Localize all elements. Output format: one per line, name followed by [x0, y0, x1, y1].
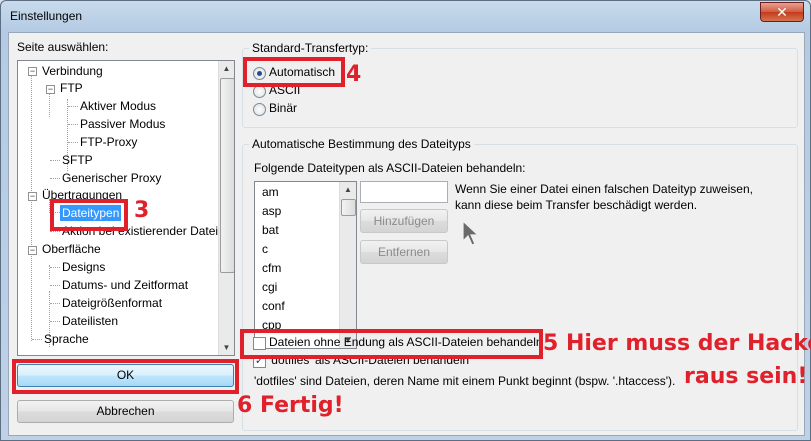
tree-item-file-types[interactable]: Dateitypen [60, 205, 122, 221]
tree-item-transfers[interactable]: Übertragungen [42, 188, 122, 202]
radio-automatic-label[interactable]: Automatisch [269, 65, 335, 79]
tree-item-date-time-format[interactable]: Datums- und Zeitformat [62, 278, 188, 292]
scroll-up-icon[interactable]: ▲ [219, 64, 234, 73]
list-item[interactable]: asp [262, 204, 281, 218]
tree-item-active-mode[interactable]: Aktiver Modus [80, 99, 156, 113]
auto-filetype-title: Automatische Bestimmung des Dateityps [249, 137, 474, 151]
no-extension-label[interactable]: Dateien ohne Endung als ASCII-Dateien be… [269, 335, 543, 349]
tree-line [50, 285, 60, 286]
tree-item-ftp[interactable]: FTP [60, 81, 83, 95]
settings-tree[interactable]: − Verbindung − FTP Aktiver Modus Passive… [17, 60, 235, 356]
annotation-3: 3 [134, 198, 150, 223]
mouse-pointer-icon [462, 219, 480, 246]
list-item[interactable]: conf [262, 299, 285, 313]
radio-binary[interactable] [253, 103, 266, 116]
tree-item-file-lists[interactable]: Dateilisten [62, 314, 118, 328]
tree-line [50, 231, 60, 232]
tree-scroll-thumb[interactable] [220, 78, 234, 273]
tree-line [31, 75, 32, 341]
tree-item-language[interactable]: Sprache [44, 332, 89, 346]
collapse-icon[interactable]: − [28, 67, 37, 76]
filetype-list[interactable]: am asp bat c cfm cgi conf cpp ▲ ▼ [254, 181, 357, 349]
dotfiles-label[interactable]: 'dotfiles' als ASCII-Dateien behandeln [269, 353, 469, 367]
filetype-list-label: Folgende Dateitypen als ASCII-Dateien be… [254, 161, 526, 175]
scroll-down-icon[interactable]: ▼ [219, 343, 234, 352]
filetype-input[interactable] [360, 181, 448, 203]
add-button[interactable]: Hinzufügen [360, 209, 448, 233]
page-select-label: Seite auswählen: [17, 40, 109, 54]
tree-item-ftp-proxy[interactable]: FTP-Proxy [80, 135, 137, 149]
list-item[interactable]: bat [262, 223, 279, 237]
radio-automatic[interactable] [253, 67, 266, 80]
scroll-up-icon[interactable]: ▲ [340, 185, 356, 194]
filetype-hint: Wenn Sie einer Datei einen falschen Date… [455, 182, 753, 212]
dotfiles-checkbox[interactable]: ✓ [253, 355, 266, 368]
filetype-scrollbar[interactable]: ▲ ▼ [339, 182, 356, 348]
ok-button[interactable]: OK [17, 364, 234, 387]
tree-item-existing-file-action[interactable]: Aktion bei existierender Datei [62, 224, 218, 238]
tree-item-verbindung[interactable]: Verbindung [42, 64, 103, 78]
list-item[interactable]: am [262, 185, 279, 199]
close-icon: ✕ [776, 4, 788, 20]
annotation-5: 5 Hier muss der Hacken [543, 331, 811, 356]
tree-line [50, 160, 60, 161]
list-item[interactable]: cpp [262, 318, 281, 332]
tree-item-filesize-format[interactable]: Dateigrößenformat [62, 296, 162, 310]
tree-line [50, 321, 60, 322]
tree-item-interface[interactable]: Oberfläche [42, 242, 101, 256]
radio-ascii-label[interactable]: ASCII [269, 83, 300, 97]
tree-line [49, 93, 50, 117]
tree-line [68, 142, 78, 143]
list-item[interactable]: cgi [262, 280, 277, 294]
tree-line [32, 339, 42, 340]
tree-line [68, 106, 78, 107]
tree-item-generic-proxy[interactable]: Generischer Proxy [62, 171, 161, 185]
radio-ascii[interactable] [253, 85, 266, 98]
tree-item-themes[interactable]: Designs [62, 260, 105, 274]
tree-line [50, 178, 60, 179]
dotfiles-note: 'dotfiles' sind Dateien, deren Name mit … [254, 374, 676, 388]
filetype-scroll-thumb[interactable] [341, 199, 356, 216]
annotation-4: 4 [346, 62, 362, 87]
tree-line [68, 124, 78, 125]
tree-line [50, 267, 60, 268]
annotation-6: 6 Fertig! [237, 393, 344, 418]
close-button[interactable]: ✕ [760, 2, 804, 22]
transfer-type-title: Standard-Transfertyp: [249, 41, 372, 55]
no-extension-checkbox[interactable] [253, 337, 266, 350]
list-item[interactable]: c [262, 242, 268, 256]
tree-scrollbar[interactable]: ▲ ▼ [218, 61, 234, 355]
collapse-icon[interactable]: − [46, 85, 55, 94]
collapse-icon[interactable]: − [28, 246, 37, 255]
transfer-type-group [242, 48, 798, 128]
window-title: Einstellungen [10, 9, 83, 23]
remove-button[interactable]: Entfernen [360, 240, 448, 264]
annotation-5b: raus sein! [684, 364, 808, 389]
radio-binary-label[interactable]: Binär [269, 101, 297, 115]
list-item[interactable]: cfm [262, 261, 281, 275]
cancel-button[interactable]: Abbrechen [17, 400, 234, 423]
tree-line [50, 303, 60, 304]
collapse-icon[interactable]: − [28, 192, 37, 201]
tree-item-passive-mode[interactable]: Passiver Modus [80, 117, 165, 131]
tree-line [50, 212, 60, 213]
tree-item-sftp[interactable]: SFTP [62, 153, 93, 167]
